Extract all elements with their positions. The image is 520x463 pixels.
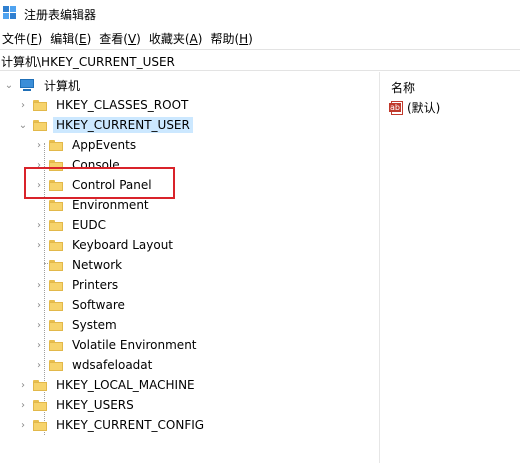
- chevron-right-icon[interactable]: ›: [18, 400, 28, 411]
- tree-node-eudc[interactable]: › EUDC: [34, 215, 109, 235]
- tree-node-volatile-environment[interactable]: › Volatile Environment: [34, 335, 200, 355]
- address-path[interactable]: 计算机\HKEY_CURRENT_USER: [1, 53, 175, 70]
- folder-icon: [49, 239, 63, 251]
- tree-node-hkcu[interactable]: ⌄ HKEY_CURRENT_USER: [18, 115, 193, 135]
- folder-icon: [33, 419, 47, 431]
- folder-icon: [49, 359, 63, 371]
- tree-root[interactable]: ⌄ 计算机: [4, 75, 83, 95]
- address-bar[interactable]: 计算机\HKEY_CURRENT_USER: [0, 49, 520, 71]
- tree-node-appevents[interactable]: › AppEvents: [34, 135, 139, 155]
- folder-icon: [33, 379, 47, 391]
- key-tree[interactable]: ⌄ 计算机 › HKEY_CLASSES_ROOT ⌄ HKEY_CURRENT…: [0, 72, 378, 463]
- column-header-name[interactable]: 名称: [391, 79, 415, 96]
- tree-node-hku[interactable]: › HKEY_USERS: [18, 395, 137, 415]
- window-title: 注册表编辑器: [24, 8, 97, 22]
- folder-icon: [33, 399, 47, 411]
- pane-splitter[interactable]: [379, 72, 380, 463]
- folder-icon: [33, 99, 47, 111]
- chevron-down-icon[interactable]: ⌄: [4, 80, 14, 91]
- folder-icon: [49, 339, 63, 351]
- values-pane[interactable]: 名称 ab (默认): [381, 72, 520, 463]
- menu-file[interactable]: 文件(F): [0, 28, 48, 48]
- tree-node-software[interactable]: › Software: [34, 295, 128, 315]
- chevron-down-icon[interactable]: ⌄: [18, 120, 28, 131]
- folder-icon: [49, 319, 63, 331]
- tree-node-network[interactable]: › Network: [34, 255, 125, 275]
- tree-node-printers[interactable]: › Printers: [34, 275, 121, 295]
- string-value-icon: ab: [389, 100, 405, 115]
- chevron-right-icon[interactable]: ›: [34, 360, 44, 371]
- chevron-right-icon[interactable]: ›: [34, 280, 44, 291]
- folder-icon: [49, 139, 63, 151]
- folder-icon: [49, 299, 63, 311]
- highlight-annotation: [24, 167, 175, 199]
- tree-node-keyboard-layout[interactable]: › Keyboard Layout: [34, 235, 176, 255]
- menu-edit[interactable]: 编辑(E): [48, 28, 97, 48]
- folder-icon: [49, 259, 63, 271]
- folder-icon: [49, 199, 63, 211]
- tree-node-hkcr[interactable]: › HKEY_CLASSES_ROOT: [18, 95, 191, 115]
- chevron-right-icon[interactable]: ›: [34, 300, 44, 311]
- tree-node-system[interactable]: › System: [34, 315, 120, 335]
- chevron-right-icon[interactable]: ›: [34, 340, 44, 351]
- value-row-default[interactable]: ab (默认): [389, 99, 440, 116]
- folder-icon: [49, 279, 63, 291]
- chevron-right-icon[interactable]: ›: [34, 140, 44, 151]
- tree-node-hkcc[interactable]: › HKEY_CURRENT_CONFIG: [18, 415, 207, 435]
- chevron-right-icon[interactable]: ›: [34, 320, 44, 331]
- chevron-right-icon[interactable]: ›: [34, 220, 44, 231]
- folder-icon: [49, 219, 63, 231]
- chevron-right-icon[interactable]: ›: [18, 380, 28, 391]
- chevron-right-icon[interactable]: ›: [18, 100, 28, 111]
- menu-bar: 文件(F) 编辑(E) 查看(V) 收藏夹(A) 帮助(H): [0, 28, 520, 48]
- registry-editor-icon: [3, 6, 16, 19]
- menu-help[interactable]: 帮助(H): [208, 28, 258, 48]
- chevron-right-icon[interactable]: ›: [34, 240, 44, 251]
- menu-favorites[interactable]: 收藏夹(A): [147, 28, 209, 48]
- chevron-right-icon[interactable]: ›: [18, 420, 28, 431]
- title-bar: 注册表编辑器: [0, 0, 520, 28]
- computer-icon: [19, 79, 35, 91]
- tree-node-wdsafeloadat[interactable]: › wdsafeloadat: [34, 355, 155, 375]
- menu-view[interactable]: 查看(V): [97, 28, 147, 48]
- tree-node-hklm[interactable]: › HKEY_LOCAL_MACHINE: [18, 375, 198, 395]
- value-name: (默认): [407, 101, 441, 115]
- folder-icon: [33, 119, 47, 131]
